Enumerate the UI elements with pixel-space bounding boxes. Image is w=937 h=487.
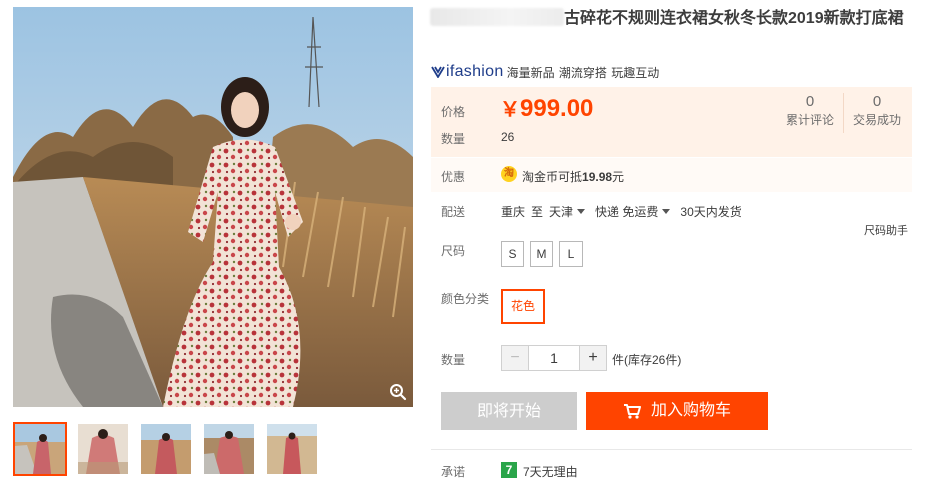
ifashion-logo-icon (431, 66, 445, 78)
product-title-text: 古碎花不规则连衣裙女秋冬长款2019新款打底裙 (564, 10, 904, 27)
promo-text-suffix: 元 (612, 170, 625, 184)
title-redacted-prefix (430, 8, 564, 26)
deal-count-number: 0 (872, 93, 882, 110)
zoom-icon[interactable] (389, 383, 407, 401)
ifashion-logo[interactable]: ifashion (431, 63, 504, 81)
size-label: 尺码 (441, 244, 466, 258)
add-to-cart-button[interactable]: 加入购物车 (586, 392, 768, 430)
seven-day-icon: 7 (501, 462, 517, 478)
quantity-label: 数量 (441, 353, 466, 367)
sold-qty-value: 26 (501, 130, 515, 144)
buy-now-button[interactable]: 即将开始 (441, 392, 577, 430)
shipping-label: 配送 (441, 205, 466, 219)
brand-tags: 海量新品 潮流穿搭 玩趣互动 (506, 65, 660, 80)
color-label: 颜色分类 (441, 292, 490, 306)
main-product-image[interactable] (13, 7, 413, 407)
deal-count[interactable]: 0 交易成功 (851, 93, 903, 129)
sold-qty-label: 数量 (441, 132, 466, 146)
promo-panel: 优惠 淘 淘金币可抵19.98元 (431, 158, 912, 192)
size-option-l[interactable]: L (559, 241, 583, 267)
stock-text: 件(库存26件) (612, 353, 682, 367)
ship-to-word: 至 (531, 205, 544, 219)
review-count-label: 累计评论 (785, 113, 834, 127)
thumbnail-3[interactable] (139, 422, 193, 476)
price-label: 价格 (441, 105, 466, 119)
thumbnail-5[interactable] (265, 422, 319, 476)
dispatch-time: 30天内发货 (680, 205, 742, 219)
price-value: ￥999.00 (500, 93, 593, 123)
promo-amount: 19.98 (582, 170, 613, 184)
promise-text[interactable]: 7天无理由 (523, 463, 578, 480)
chevron-down-icon[interactable] (662, 209, 671, 214)
quantity-decrease-button[interactable]: − (501, 345, 529, 371)
cart-icon (623, 404, 641, 419)
review-count-number: 0 (805, 93, 815, 110)
promo-label: 优惠 (441, 170, 466, 184)
currency-symbol: ￥ (500, 99, 520, 121)
brand-row: ifashion 海量新品 潮流穿搭 玩趣互动 (431, 63, 659, 81)
stat-divider (843, 93, 844, 133)
taojinbi-coin-icon: 淘 (501, 166, 517, 182)
thumbnail-2[interactable] (76, 422, 130, 476)
ship-from: 重庆 (501, 205, 526, 219)
quantity-increase-button[interactable]: + (579, 345, 607, 371)
ship-method-select[interactable]: 快递 免运费 (595, 203, 658, 220)
chevron-down-icon[interactable] (577, 209, 586, 214)
price-panel: 价格 ￥999.00 数量 26 0 累计评论 0 交易成功 (431, 87, 912, 157)
size-option-m[interactable]: M (530, 241, 553, 267)
product-title: 古碎花不规则连衣裙女秋冬长款2019新款打底裙 (430, 8, 910, 29)
promo-text: 淘金币可抵19.98元 (522, 168, 624, 185)
quantity-input[interactable] (529, 345, 579, 371)
ifashion-logo-text: ifashion (446, 63, 504, 80)
price-number: 999.00 (520, 95, 594, 122)
deal-count-label: 交易成功 (852, 113, 901, 127)
review-count[interactable]: 0 累计评论 (785, 93, 835, 129)
product-photo (13, 7, 413, 407)
promise-label: 承诺 (441, 465, 466, 479)
ship-to-select[interactable]: 天津 (549, 203, 573, 220)
size-option-s[interactable]: S (501, 241, 524, 267)
quantity-stepper: − + (501, 345, 607, 371)
color-option-floral[interactable]: 花色 (501, 289, 545, 324)
thumbnail-4[interactable] (202, 422, 256, 476)
shipping-row: 重庆 至 天津 快递 免运费 30天内发货 (501, 203, 742, 220)
thumbnail-1[interactable] (13, 422, 67, 476)
add-to-cart-label: 加入购物车 (650, 402, 731, 419)
size-helper-link[interactable]: 尺码助手 (864, 222, 908, 238)
section-divider (431, 449, 912, 450)
promo-text-prefix: 淘金币可抵 (522, 170, 583, 184)
